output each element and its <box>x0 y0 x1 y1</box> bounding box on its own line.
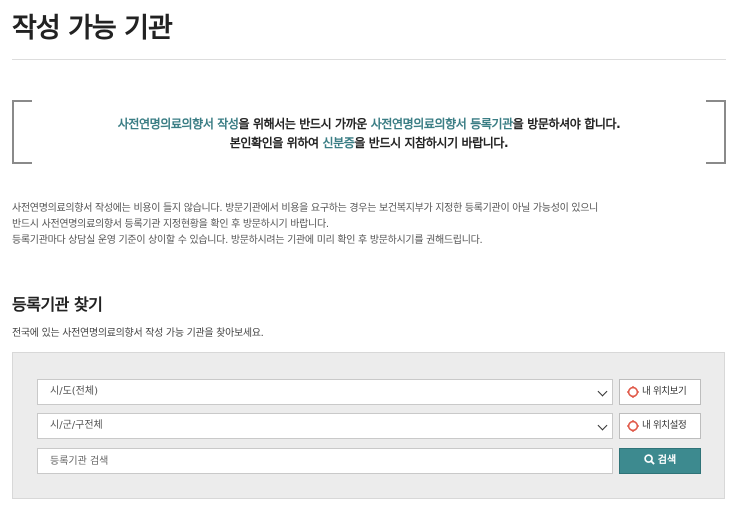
district-select-value: 시/군/구전체 <box>50 420 103 431</box>
title-divider <box>12 59 726 60</box>
notice-text: 을 위해서는 반드시 가까운 <box>238 117 371 131</box>
search-icon <box>644 454 655 465</box>
finder-description: 전국에 있는 사전연명의료의향서 작성 가능 기관을 찾아보세요. <box>12 328 264 339</box>
search-button[interactable]: 검색 <box>619 448 701 474</box>
cost-notice: 사전연명의료의향서 작성에는 비용이 들지 않습니다. 방문기관에서 비용을 요… <box>12 201 732 249</box>
notice-text: 을 반드시 지참하시기 바랍니다. <box>354 136 509 150</box>
my-location-set-label: 내 위치설정 <box>642 420 687 431</box>
notice-bracket-left <box>12 100 32 164</box>
notice-text: 사전연명의료의향서 등록기관 <box>370 117 514 131</box>
search-panel: 시/도(전체) 내 위치보기 시/군/구전체 내 위치설정 검색 <box>12 352 725 499</box>
region-select-value: 시/도(전체) <box>50 386 98 397</box>
my-location-view-button[interactable]: 내 위치보기 <box>619 379 701 405</box>
notice-text: 신분증 <box>322 136 355 150</box>
notice-line-2: 본인확인을 위하여 신분증을 반드시 지참하시기 바랍니다. <box>12 134 726 151</box>
chevron-down-icon <box>597 386 608 397</box>
notice-box: 사전연명의료의향서 작성을 위해서는 반드시 가까운 사전연명의료의향서 등록기… <box>12 100 726 164</box>
notice-text: 본인확인을 위하여 <box>229 136 323 150</box>
my-location-view-label: 내 위치보기 <box>642 386 687 397</box>
notice-text: 사전연명의료의향서 작성 <box>117 117 239 131</box>
cost-notice-line: 반드시 사전연명의료의향서 등록기관 지정현황을 확인 후 방문하시기 바랍니다… <box>12 219 329 230</box>
location-target-icon <box>627 420 639 432</box>
district-select[interactable]: 시/군/구전체 <box>37 413 613 439</box>
cost-notice-line: 사전연명의료의향서 작성에는 비용이 들지 않습니다. 방문기관에서 비용을 요… <box>12 203 599 214</box>
institution-search-input[interactable] <box>37 448 613 474</box>
page-title: 작성 가능 기관 <box>12 13 173 44</box>
notice-line-1: 사전연명의료의향서 작성을 위해서는 반드시 가까운 사전연명의료의향서 등록기… <box>12 115 726 132</box>
search-button-label: 검색 <box>657 455 677 466</box>
chevron-down-icon <box>597 420 608 431</box>
region-select[interactable]: 시/도(전체) <box>37 379 613 405</box>
location-target-icon <box>627 386 639 398</box>
notice-text: 을 방문하셔야 합니다. <box>512 117 621 131</box>
my-location-set-button[interactable]: 내 위치설정 <box>619 413 701 439</box>
notice-bracket-right <box>706 100 726 164</box>
finder-title: 등록기관 찾기 <box>12 295 103 314</box>
cost-notice-line: 등록기관마다 상담실 운영 기준이 상이할 수 있습니다. 방문하시려는 기관에… <box>12 235 483 246</box>
